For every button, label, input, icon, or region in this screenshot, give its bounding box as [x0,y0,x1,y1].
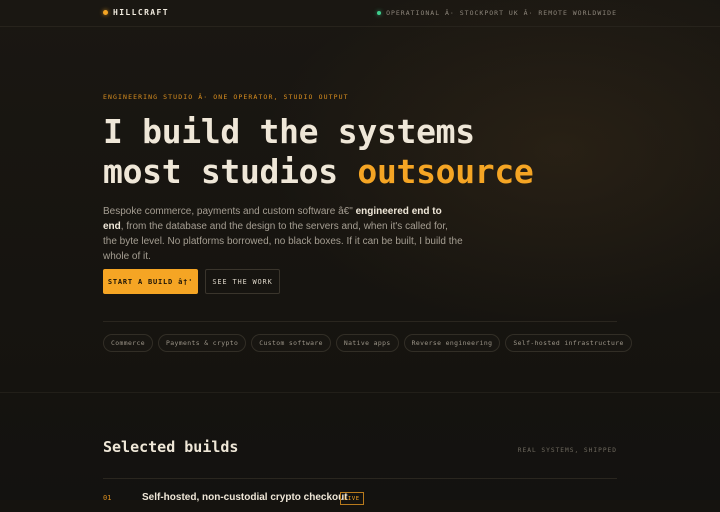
status-badge: LIVE [340,492,364,505]
hero-eyebrow: ENGINEERING STUDIO Â· ONE OPERATOR, STUD… [103,93,349,101]
status-dot-icon [377,11,382,15]
build-item[interactable]: 01 Self-hosted, non-custodial crypto che… [103,492,617,512]
builds-section-meta: REAL SYSTEMS, SHIPPED [517,447,617,454]
hero-headline: I build the systems most studios outsour… [103,112,534,192]
tag-commerce: Commerce [103,334,153,352]
section-divider [0,392,720,393]
brand-name: HILLCRAFT [113,8,169,17]
hero-divider [103,321,617,322]
tag-reverse-engineering: Reverse engineering [403,334,501,352]
headline-accent: outsource [357,152,534,191]
status-text: OPERATIONAL Â· STOCKPORT UK Â· REMOTE WO… [386,9,617,17]
status-indicator: OPERATIONAL Â· STOCKPORT UK Â· REMOTE WO… [377,9,617,17]
build-number: 01 [103,494,112,502]
tag-payments-crypto: Payments & crypto [157,334,247,352]
start-build-button[interactable]: START A BUILD â†' [103,269,198,294]
lede-part-1: Bespoke commerce, payments and custom so… [103,206,356,217]
brand-logo[interactable]: HILLCRAFT [103,8,169,17]
brand-dot-icon [103,10,108,15]
lede-part-2: , from the database and the design to th… [103,221,463,262]
builds-section-title: Selected builds [103,438,239,456]
top-bar: HILLCRAFT OPERATIONAL Â· STOCKPORT UK Â·… [0,0,720,27]
tag-self-hosted-infrastructure: Self-hosted infrastructure [505,334,632,352]
see-work-button[interactable]: SEE THE WORK [205,269,280,294]
tag-native-apps: Native apps [335,334,399,352]
headline-line-1: I build the systems [103,112,475,151]
capability-tags: Commerce Payments & crypto Custom softwa… [103,334,632,352]
headline-line-2: most studios [103,152,358,191]
build-title: Self-hosted, non-custodial crypto checko… [142,492,348,503]
builds-divider [103,478,617,479]
hero-description: Bespoke commerce, payments and custom so… [103,204,463,264]
tag-custom-software: Custom software [251,334,331,352]
